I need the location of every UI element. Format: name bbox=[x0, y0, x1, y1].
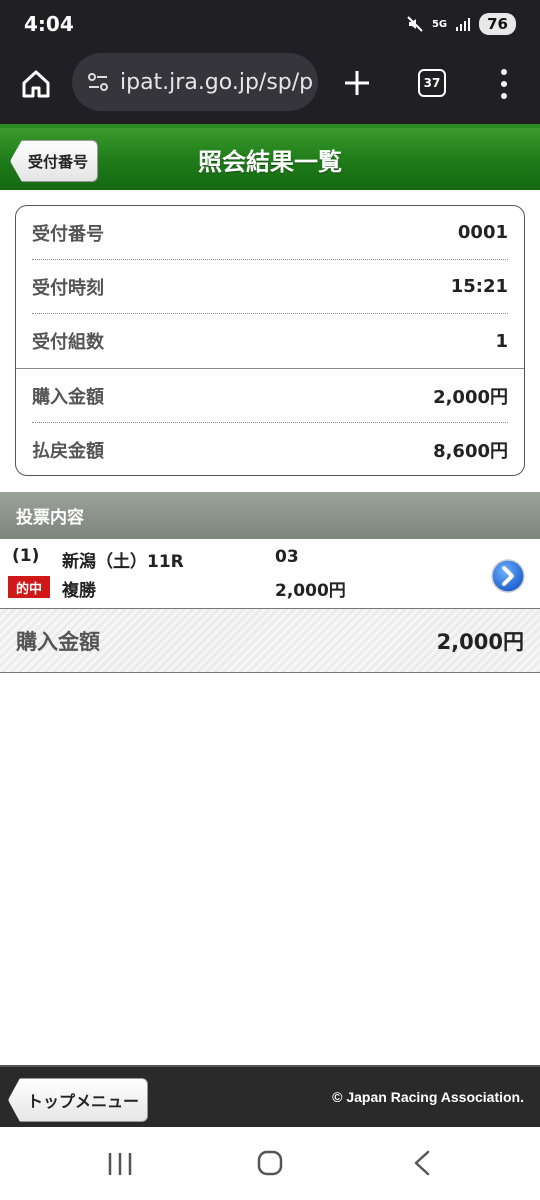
hit-badge: 的中 bbox=[8, 576, 50, 598]
bet-race: 新潟（土）11R bbox=[62, 552, 184, 572]
purchase-amount-label: 購入金額 bbox=[32, 386, 104, 408]
footer-bar: トップメニュー © Japan Racing Association. bbox=[0, 1065, 540, 1127]
browser-toolbar: ipat.jra.go.jp/sp/p 37 bbox=[0, 48, 540, 124]
system-nav-bar bbox=[0, 1127, 540, 1200]
nav-home-icon[interactable] bbox=[256, 1149, 284, 1177]
bet-index: (1) bbox=[12, 546, 40, 566]
bet-amount: 2,000円 bbox=[275, 581, 346, 601]
total-value: 2,000円 bbox=[436, 629, 524, 654]
nav-back-icon[interactable] bbox=[410, 1149, 434, 1177]
purchase-amount-value: 2,000円 bbox=[433, 386, 508, 408]
url-text: ipat.jra.go.jp/sp/p bbox=[120, 69, 314, 95]
new-tab-icon[interactable] bbox=[342, 68, 372, 98]
total-label: 購入金額 bbox=[16, 629, 100, 654]
battery-indicator: 76 bbox=[479, 13, 516, 35]
more-menu-icon[interactable] bbox=[494, 66, 514, 102]
summary-row-receipt-number: 受付番号 0001 bbox=[32, 206, 508, 260]
status-bar: 4:04 5G 76 bbox=[0, 0, 540, 48]
receipt-time-label: 受付時刻 bbox=[32, 277, 104, 299]
status-time: 4:04 bbox=[24, 12, 74, 36]
home-icon[interactable] bbox=[20, 68, 52, 100]
chevron-right-icon[interactable] bbox=[490, 558, 526, 594]
payout-amount-label: 払戻金額 bbox=[32, 441, 104, 462]
copyright-text: © Japan Racing Association. bbox=[332, 1089, 524, 1105]
summary-divider-group: 受付組数 1 bbox=[16, 314, 524, 369]
receipt-number-label: 受付番号 bbox=[32, 223, 104, 245]
receipt-number-value: 0001 bbox=[457, 222, 508, 243]
page-header: 受付番号 照会結果一覧 bbox=[0, 124, 540, 190]
payout-amount-value: 8,600円 bbox=[433, 441, 508, 462]
tab-switcher-button[interactable]: 37 bbox=[418, 69, 446, 97]
total-bar: 購入金額 2,000円 bbox=[0, 609, 540, 673]
page-title: 照会結果一覧 bbox=[198, 148, 342, 176]
status-icons: 5G 76 bbox=[406, 13, 516, 35]
bets-section-header: 投票内容 bbox=[0, 492, 540, 539]
summary-row-payout-amount: 払戻金額 8,600円 bbox=[32, 423, 508, 475]
set-count-value: 1 bbox=[495, 330, 508, 352]
network-type: 5G bbox=[431, 18, 448, 30]
bet-list-item[interactable]: (1) 的中 新潟（土）11R 複勝 03 2,000円 bbox=[0, 539, 540, 609]
bet-combination: 03 bbox=[275, 547, 299, 567]
recent-apps-icon[interactable] bbox=[106, 1151, 134, 1177]
set-count-label: 受付組数 bbox=[32, 332, 104, 353]
bet-type: 複勝 bbox=[62, 581, 96, 601]
mute-icon bbox=[407, 16, 423, 32]
summary-card: 受付番号 0001 受付時刻 15:21 受付組数 1 購入金額 2,000円 … bbox=[15, 205, 525, 476]
summary-row-set-count: 受付組数 1 bbox=[32, 314, 508, 368]
top-menu-button[interactable]: トップメニュー bbox=[8, 1078, 148, 1122]
site-settings-icon[interactable] bbox=[86, 70, 110, 94]
address-bar[interactable]: ipat.jra.go.jp/sp/p bbox=[72, 53, 318, 111]
signal-icon bbox=[456, 18, 471, 31]
receipt-time-value: 15:21 bbox=[450, 276, 508, 297]
summary-row-receipt-time: 受付時刻 15:21 bbox=[32, 260, 508, 314]
summary-row-purchase-amount: 購入金額 2,000円 bbox=[32, 369, 508, 423]
